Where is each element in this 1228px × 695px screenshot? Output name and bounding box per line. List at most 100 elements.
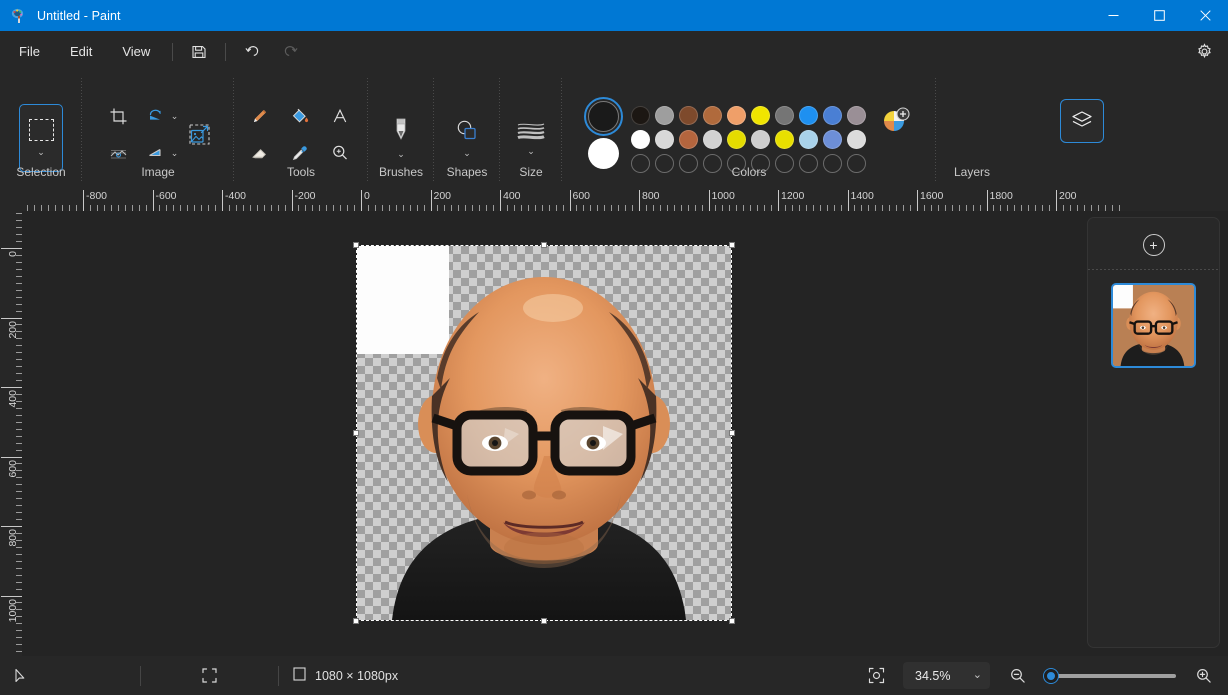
status-right-controls: 34.5% ⌄ xyxy=(857,656,1222,695)
text-tool[interactable] xyxy=(321,98,358,135)
color-swatch-row1-5[interactable] xyxy=(727,106,746,125)
gear-icon[interactable] xyxy=(1188,36,1220,66)
ruler-label: 200 xyxy=(7,321,19,339)
color-swatch-row2-9[interactable] xyxy=(823,130,842,149)
selection-marquee-icon xyxy=(141,656,278,695)
menu-divider-2 xyxy=(225,43,226,61)
ruler-label: -200 xyxy=(292,190,316,202)
ruler-label: -400 xyxy=(222,190,246,202)
cursor-arrow-icon xyxy=(0,656,140,695)
ruler-label: 800 xyxy=(7,529,19,547)
ribbon-label-layers: Layers xyxy=(954,165,1228,179)
menu-edit[interactable]: Edit xyxy=(57,37,105,67)
window-controls xyxy=(1090,0,1228,31)
color-swatch-row2-10[interactable] xyxy=(847,130,866,149)
layer-thumbnail-1[interactable] xyxy=(1111,283,1196,368)
zoom-slider-track[interactable] xyxy=(1044,674,1176,678)
ruler-label: 0 xyxy=(361,190,370,202)
canvas-surface[interactable] xyxy=(22,211,1228,656)
resize-image-tool[interactable] xyxy=(178,114,220,156)
paint-palette-icon xyxy=(11,8,27,24)
ruler-tick-major xyxy=(1,248,22,249)
ruler-tick-major xyxy=(1,596,22,597)
minimize-button[interactable] xyxy=(1090,0,1136,31)
color-swatch-row1-9[interactable] xyxy=(823,106,842,125)
ribbon-label-tools: Tools xyxy=(234,165,368,179)
color-swatch-row1-1[interactable] xyxy=(631,106,650,125)
edit-colors-icon[interactable] xyxy=(879,105,911,137)
ruler-label: 400 xyxy=(7,390,19,408)
color-swatch-row2-5[interactable] xyxy=(727,130,746,149)
ruler-label: -800 xyxy=(83,190,107,202)
pencil-tool[interactable] xyxy=(241,98,278,135)
color-swatch-row2-1[interactable] xyxy=(631,130,650,149)
chevron-down-icon: ⌄ xyxy=(463,149,471,158)
redo-icon[interactable] xyxy=(273,37,307,67)
zoom-slider[interactable] xyxy=(1044,674,1176,678)
ruler-tick-major xyxy=(1,457,22,458)
layers-panel-toggle[interactable] xyxy=(1060,99,1104,143)
color-swatch-row2-3[interactable] xyxy=(679,130,698,149)
shapes-tool[interactable]: ⌄ xyxy=(439,107,495,169)
size-tool[interactable]: ⌄ xyxy=(503,107,559,169)
menu-view[interactable]: View xyxy=(109,37,163,67)
chevron-down-icon: ⌄ xyxy=(527,147,535,156)
zoom-slider-knob[interactable] xyxy=(1044,669,1058,683)
ruler-label: 1800 xyxy=(987,190,1013,202)
canvas-image[interactable] xyxy=(357,246,731,620)
ruler-label: 600 xyxy=(7,460,19,478)
color-swatch-row1-7[interactable] xyxy=(775,106,794,125)
color-swatch-row1-3[interactable] xyxy=(679,106,698,125)
ruler-corner xyxy=(0,188,22,211)
ribbon-group-brushes: ⌄ Brushes xyxy=(368,72,434,188)
ribbon-group-size: ⌄ Size xyxy=(500,72,562,188)
current-colors xyxy=(588,99,619,169)
color-palette xyxy=(629,99,869,175)
color-swatch-row1-10[interactable] xyxy=(847,106,866,125)
horizontal-ruler-track: -800-600-400-200020040060080010001200140… xyxy=(22,188,1228,211)
color-swatch-row2-6[interactable] xyxy=(751,130,770,149)
rectangular-selection-tool[interactable]: ⌄ xyxy=(19,104,63,172)
fit-to-window-icon[interactable] xyxy=(859,661,893,691)
chevron-down-icon: ⌄ xyxy=(37,148,45,157)
canvas-viewport[interactable]: + xyxy=(22,211,1228,656)
color-swatch-row1-2[interactable] xyxy=(655,106,674,125)
crop-tool[interactable] xyxy=(100,98,137,135)
dashed-rectangle-icon xyxy=(29,119,54,141)
undo-icon[interactable] xyxy=(235,37,269,67)
chevron-down-icon: ⌄ xyxy=(397,150,405,159)
color-swatch-row1-6[interactable] xyxy=(751,106,770,125)
zoom-level-dropdown[interactable]: 34.5% ⌄ xyxy=(903,662,990,689)
close-button[interactable] xyxy=(1182,0,1228,31)
ruler-tick-major xyxy=(1,387,22,388)
fill-tool[interactable] xyxy=(281,98,318,135)
color-swatch-row1-4[interactable] xyxy=(703,106,722,125)
ruler-label: 1200 xyxy=(778,190,804,202)
title-bar: Untitled - Paint xyxy=(0,0,1228,31)
zoom-level-value: 34.5% xyxy=(915,669,950,683)
ribbon-group-shapes: ⌄ Shapes xyxy=(434,72,500,188)
zoom-in-icon[interactable] xyxy=(1186,661,1220,691)
ribbon-label-colors: Colors xyxy=(562,165,936,179)
save-icon[interactable] xyxy=(182,37,216,67)
brushes-tool[interactable]: ⌄ xyxy=(373,107,429,169)
color-swatch-row1-8[interactable] xyxy=(799,106,818,125)
color-swatch-row2-7[interactable] xyxy=(775,130,794,149)
color-swatch-row2-8[interactable] xyxy=(799,130,818,149)
canvas-size-indicator: 1080 × 1080px xyxy=(279,656,398,695)
menu-divider-1 xyxy=(172,43,173,61)
primary-color-swatch[interactable] xyxy=(588,101,619,132)
status-bar: 1080 × 1080px 34.5% ⌄ xyxy=(0,656,1228,695)
ruler-label: 1600 xyxy=(917,190,943,202)
zoom-out-icon[interactable] xyxy=(1000,661,1034,691)
ribbon-group-colors: Colors xyxy=(562,72,936,188)
ruler-label: -600 xyxy=(153,190,177,202)
canvas-size-text: 1080 × 1080px xyxy=(315,669,398,683)
ruler-label: 1400 xyxy=(848,190,874,202)
paint-window: Untitled - Paint File Edit View xyxy=(0,0,1228,695)
color-swatch-row2-2[interactable] xyxy=(655,130,674,149)
maximize-button[interactable] xyxy=(1136,0,1182,31)
color-swatch-row2-4[interactable] xyxy=(703,130,722,149)
menu-file[interactable]: File xyxy=(6,37,53,67)
plus-circle-icon[interactable]: + xyxy=(1143,234,1165,256)
